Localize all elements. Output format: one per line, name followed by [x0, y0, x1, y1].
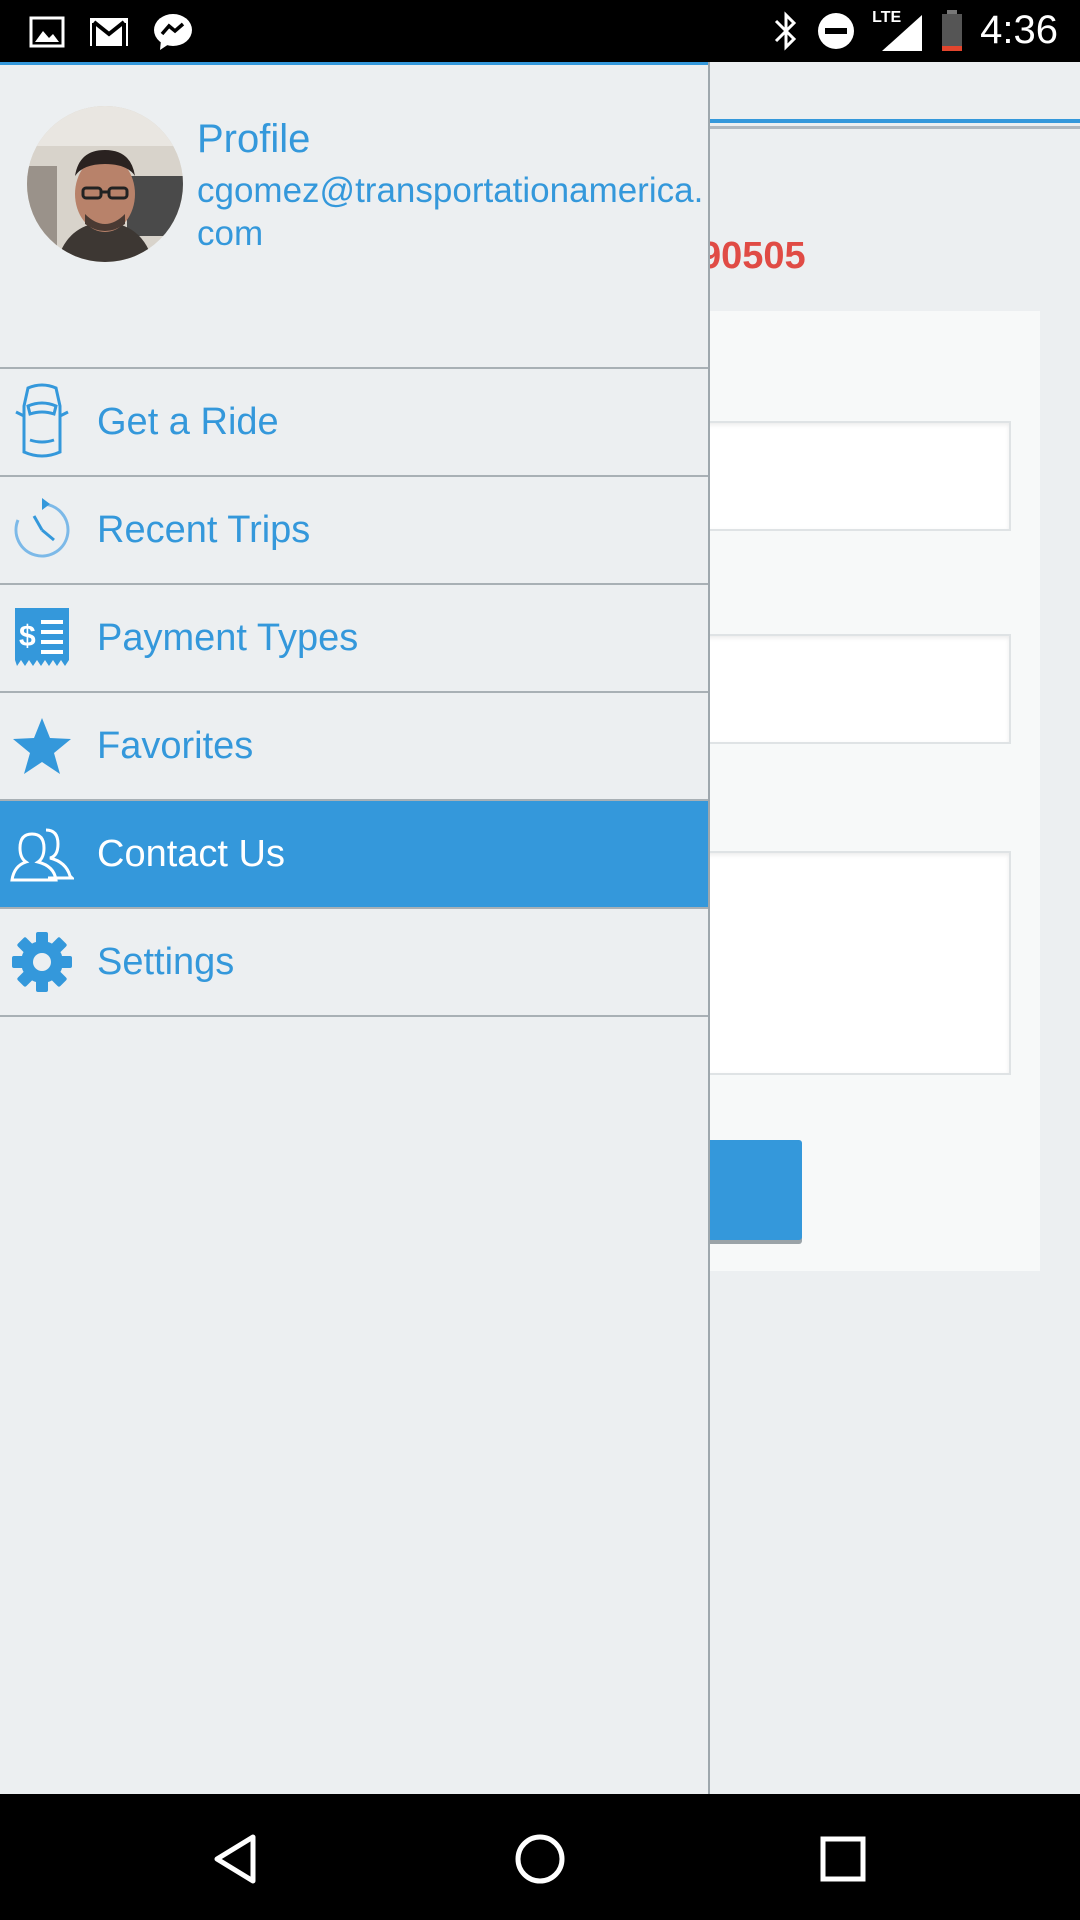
avatar[interactable] — [27, 106, 183, 262]
form-message-field[interactable] — [700, 851, 1011, 1075]
menu-item-favorites[interactable]: Favorites — [0, 691, 708, 799]
drawer-menu: Get a Ride Recent Trips $ Payment Types … — [0, 367, 708, 1017]
gmail-icon — [90, 18, 128, 46]
back-icon[interactable] — [200, 1824, 270, 1894]
menu-item-get-a-ride[interactable]: Get a Ride — [0, 367, 708, 475]
profile-header[interactable]: Profile cgomez@transportationamerica.com — [0, 62, 708, 368]
clock: 4:36 — [980, 8, 1058, 52]
profile-title[interactable]: Profile — [197, 117, 310, 162]
menu-item-label: Settings — [97, 940, 235, 983]
car-icon — [10, 383, 74, 458]
people-icon — [10, 818, 74, 890]
bluetooth-icon — [775, 10, 797, 51]
header-divider-shadow — [710, 126, 1080, 129]
menu-item-label: Contact Us — [97, 832, 285, 875]
battery-icon — [942, 9, 963, 51]
status-bar: LTE 4:36 — [0, 0, 1080, 62]
recents-icon[interactable] — [808, 1824, 878, 1894]
receipt-dollar-icon: $ — [10, 602, 74, 674]
image-icon — [29, 16, 65, 48]
menu-item-label: Payment Types — [97, 616, 359, 659]
svg-text:$: $ — [19, 620, 36, 653]
do-not-disturb-icon — [818, 12, 855, 49]
menu-item-label: Get a Ride — [97, 400, 279, 443]
system-nav-bar — [0, 1794, 1080, 1920]
signal-icon: LTE — [872, 9, 924, 53]
menu-item-recent-trips[interactable]: Recent Trips — [0, 475, 708, 583]
gear-icon — [10, 926, 74, 998]
menu-item-settings[interactable]: Settings — [0, 907, 708, 1017]
menu-item-label: Favorites — [97, 724, 254, 767]
submit-button[interactable] — [700, 1140, 802, 1240]
form-field-2[interactable] — [700, 634, 1011, 744]
menu-item-label: Recent Trips — [97, 508, 311, 551]
navigation-drawer: Profile cgomez@transportationamerica.com… — [0, 62, 710, 1794]
form-field-1[interactable] — [700, 421, 1011, 531]
home-icon[interactable] — [505, 1824, 575, 1894]
messenger-icon — [154, 14, 192, 50]
profile-email: cgomez@transportationamerica.com — [197, 171, 704, 253]
code-text: 90505 — [700, 235, 806, 277]
star-icon — [10, 710, 74, 782]
menu-item-contact-us[interactable]: Contact Us — [0, 799, 708, 907]
header-divider — [710, 119, 1080, 123]
menu-item-payment-types[interactable]: $ Payment Types — [0, 583, 708, 691]
history-clock-icon — [10, 494, 74, 566]
